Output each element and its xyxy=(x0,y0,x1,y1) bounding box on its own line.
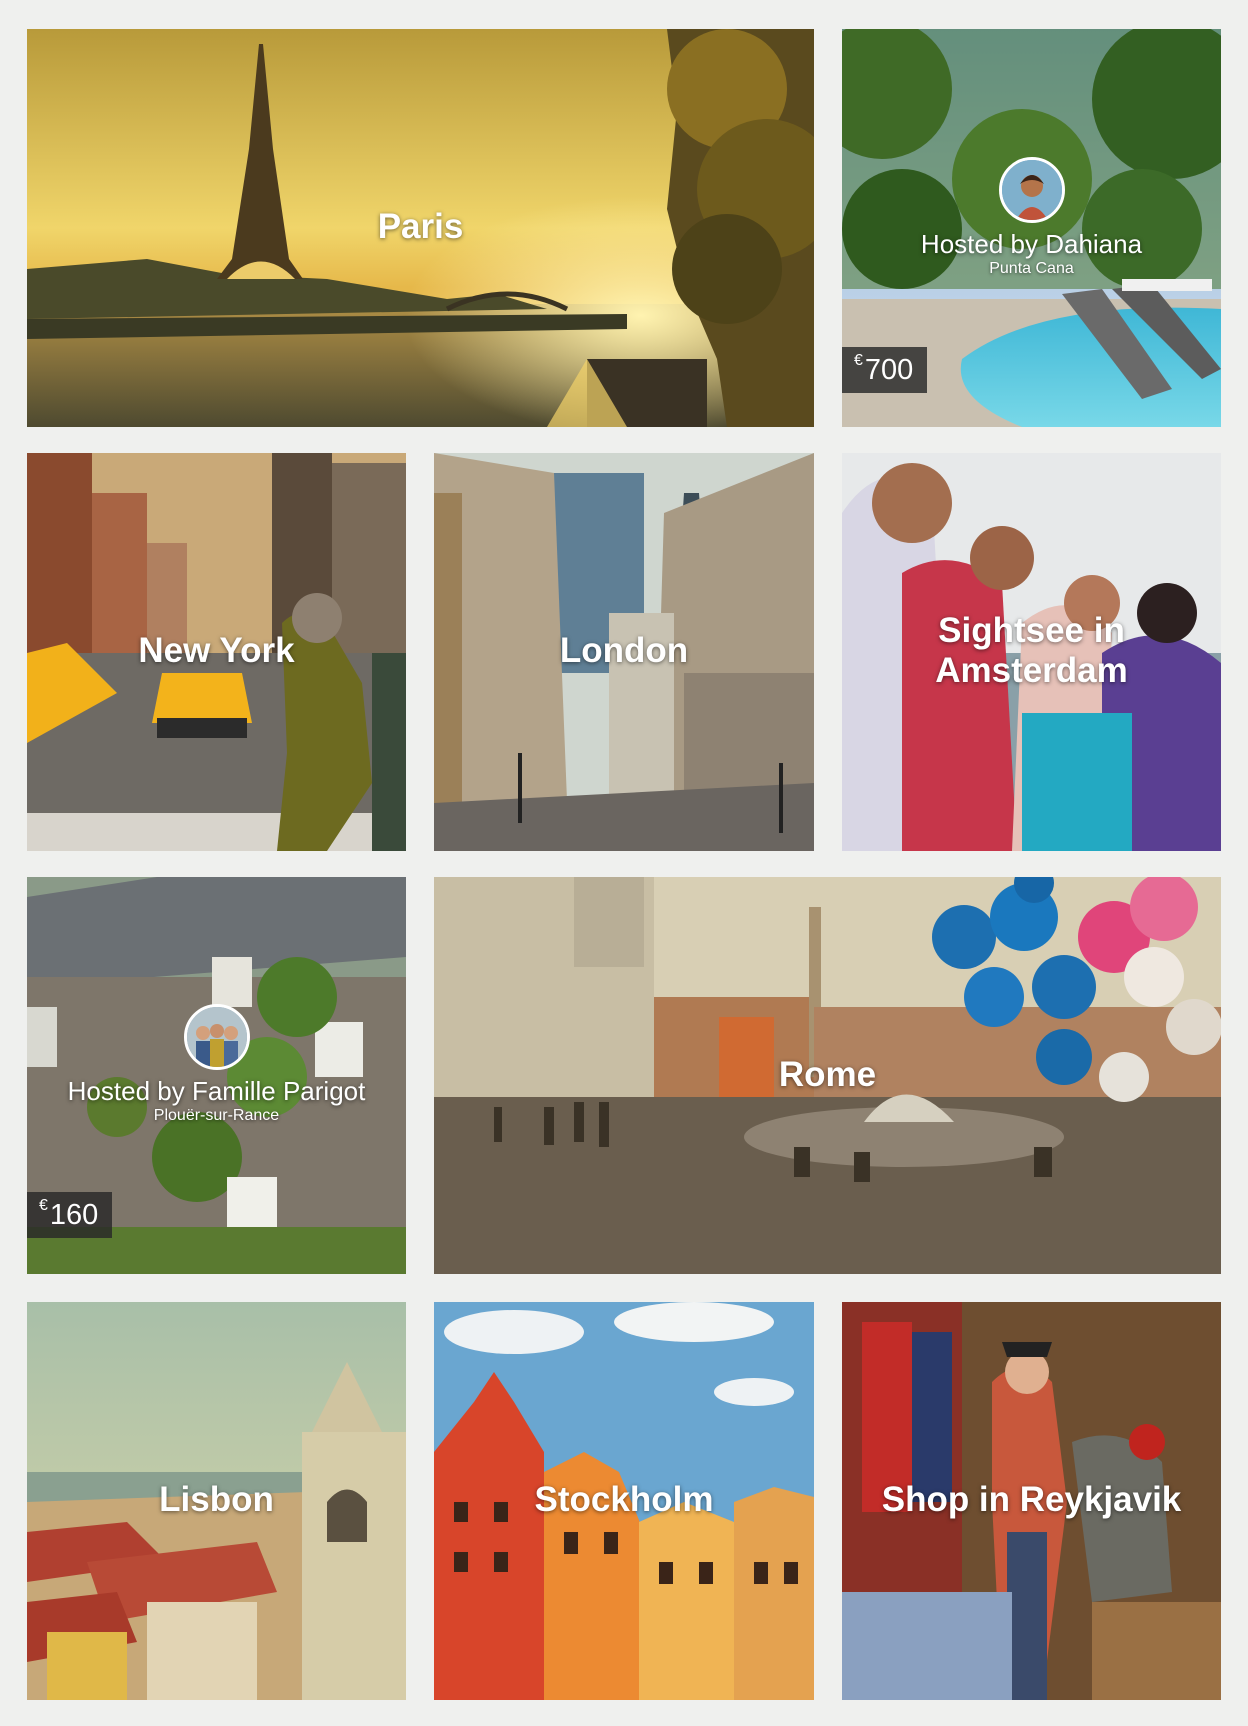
tile-title: Paris xyxy=(377,207,464,246)
tile-reykjavik[interactable]: Shop in Reykjavik xyxy=(842,1302,1221,1700)
tile-lisbon[interactable]: Lisbon xyxy=(27,1302,406,1700)
tile-title: London xyxy=(559,631,689,670)
currency-symbol: € xyxy=(39,1197,48,1214)
destination-grid: Paris Hosted by Dahiana Punta Cana €700 … xyxy=(0,0,1248,1726)
tile-title: New York xyxy=(138,631,295,670)
tile-title: Lisbon xyxy=(159,1480,274,1519)
currency-symbol: € xyxy=(854,352,863,369)
tile-title: Shop in Reykjavik xyxy=(881,1480,1182,1519)
tile-amsterdam[interactable]: Sightsee in Amsterdam xyxy=(842,453,1221,851)
tile-host-parigot[interactable]: Hosted by Famille Parigot Plouër-sur-Ran… xyxy=(27,877,406,1274)
tile-new-york[interactable]: New York xyxy=(27,453,406,851)
host-info: Hosted by Famille Parigot Plouër-sur-Ran… xyxy=(27,1004,406,1126)
price-value: 700 xyxy=(864,354,914,386)
tile-title: Rome xyxy=(778,1055,877,1094)
tile-rome[interactable]: Rome xyxy=(434,877,1221,1274)
host-avatar[interactable] xyxy=(998,157,1065,223)
tile-title: Stockholm xyxy=(534,1480,714,1519)
host-location: Punta Cana xyxy=(989,260,1074,277)
tile-stockholm[interactable]: Stockholm xyxy=(434,1302,814,1700)
price-value: 160 xyxy=(49,1199,99,1231)
tile-london[interactable]: London xyxy=(434,453,814,851)
tile-host-dahiana[interactable]: Hosted by Dahiana Punta Cana €700 xyxy=(842,29,1221,427)
host-info: Hosted by Dahiana Punta Cana xyxy=(842,157,1221,279)
price-badge: €160 xyxy=(27,1192,113,1238)
host-location: Plouër-sur-Rance xyxy=(153,1107,280,1124)
host-avatar[interactable] xyxy=(183,1004,250,1070)
tile-paris[interactable]: Paris xyxy=(27,29,814,427)
tile-title: Sightsee in Amsterdam xyxy=(935,611,1128,690)
price-badge: €700 xyxy=(842,347,928,393)
host-name: Hosted by Famille Parigot xyxy=(67,1076,366,1106)
host-name: Hosted by Dahiana xyxy=(920,229,1143,259)
